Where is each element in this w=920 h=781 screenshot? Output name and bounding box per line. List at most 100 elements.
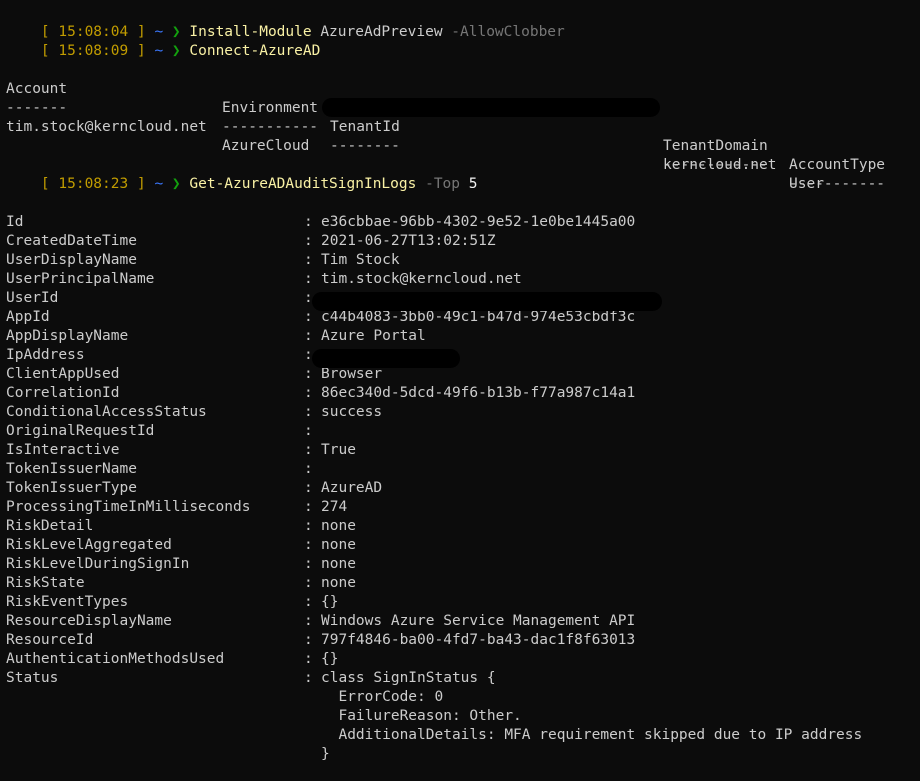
prompt-line-3: [ 15:08:23 ] ~ ❯ Get-AzureADAuditSignInL… [6,156,478,192]
field-key: AuthenticationMethodsUsed [6,651,225,667]
account-table-row: tim.stock@kerncloud.net AzureCloud kernc… [6,99,824,192]
field-separator: : [304,423,313,439]
field-key: ProcessingTimeInMilliseconds [6,499,251,515]
cell-environment: AzureCloud [222,138,310,154]
field-key: CorrelationId [6,385,120,401]
account-table-header: Account Environment TenantId TenantDomai… [6,61,885,173]
field-separator: : [304,651,313,667]
field-value: none [321,518,356,534]
field-value: AzureAD [321,480,383,496]
field-value: Tim Stock [321,252,400,268]
field-separator: : [304,442,313,458]
field-separator: : [304,214,313,230]
field-key: TokenIssuerType [6,480,137,496]
field-key: TokenIssuerName [6,461,137,477]
home-dir-icon: ~ [154,43,164,59]
field-value: none [321,537,356,553]
prompt-bracket-close: ] [128,43,146,59]
field-key: RiskLevelAggregated [6,537,172,553]
field-value: none [321,575,356,591]
redaction-ipaddress [312,349,460,368]
col-header-tenantdomain: TenantDomain [663,138,768,154]
cmdlet-param: -AllowClobber [451,24,565,40]
field-value: 86ec340d-5dcd-49f6-b13b-f77a987c14a1 [321,385,636,401]
col-header-environment: Environment [222,100,319,116]
field-value: {} [321,594,339,610]
field-key: OriginalRequestId [6,423,155,439]
field-value: {} [321,651,339,667]
field-separator: : [304,556,313,572]
prompt-arrow-icon: ❯ [171,43,181,59]
col-underline: ----------- [222,119,319,135]
field-separator: : [304,480,313,496]
prompt-timestamp: 15:08:09 [58,43,129,59]
field-key: ClientAppUsed [6,366,120,382]
status-body-text: ErrorCode: 0 [321,689,444,705]
field-key: UserId [6,290,59,306]
field-separator: : [304,461,313,477]
field-key: CreatedDateTime [6,233,137,249]
status-body-text: } [321,746,330,762]
redaction-tenantid [322,98,660,117]
prompt-arrow-icon: ❯ [171,176,181,192]
prompt-bracket-close: ] [128,176,146,192]
field-key: Status [6,670,59,686]
field-separator: : [304,271,313,287]
cmdlet-args: AzureAdPreview [320,24,443,40]
field-separator: : [304,537,313,553]
field-key: Id [6,214,24,230]
cmdlet-param-value: 5 [468,176,478,192]
field-value: success [321,404,383,420]
field-key: IsInteractive [6,442,120,458]
account-table-underline: ------- ----------- -------- -----------… [6,80,885,192]
field-separator: : [304,366,313,382]
field-separator: : [304,233,313,249]
field-separator: : [304,518,313,534]
field-separator: : [304,328,313,344]
field-key: AppId [6,309,50,325]
field-key: RiskLevelDuringSignIn [6,556,190,572]
field-key: AppDisplayName [6,328,129,344]
terminal-window[interactable]: [ 15:08:04 ] ~ ❯ Install-Module AzureAdP… [0,0,920,781]
cmdlet-param: -Top [425,176,461,192]
field-value: True [321,442,356,458]
prompt-line-2: [ 15:08:09 ] ~ ❯ Connect-AzureAD [6,23,320,59]
field-separator: : [304,613,313,629]
field-key: IpAddress [6,347,85,363]
field-value: 797f4846-ba00-4fd7-ba43-dac1f8f63013 [321,632,636,648]
cell-tenantdomain: kerncloud.net [663,157,777,173]
field-value: tim.stock@kerncloud.net [321,271,522,287]
field-separator: : [304,499,313,515]
field-separator: : [304,670,313,686]
field-value: e36cbbae-96bb-4302-9e52-1e0be1445a00 [321,214,636,230]
field-separator: : [304,385,313,401]
cell-accounttype: User [789,176,824,192]
field-value: Azure Portal [321,328,426,344]
field-key: UserPrincipalName [6,271,155,287]
field-key: RiskState [6,575,85,591]
cell-account: tim.stock@kerncloud.net [6,119,207,135]
status-body-text: AdditionalDetails: MFA requirement skipp… [321,727,863,743]
status-body-text: FailureReason: Other. [321,708,522,724]
field-key: RiskDetail [6,518,94,534]
field-separator: : [304,252,313,268]
field-value: 2021-06-27T13:02:51Z [321,233,496,249]
field-key: ResourceId [6,632,94,648]
field-value: class SignInStatus { [321,670,496,686]
field-separator: : [304,632,313,648]
field-separator: : [304,594,313,610]
cmdlet: Connect-AzureAD [189,43,321,59]
prompt-bracket-open: [ [40,176,59,192]
col-underline: -------- [330,138,400,154]
field-value: none [321,556,356,572]
field-key: UserDisplayName [6,252,137,268]
field-key: ResourceDisplayName [6,613,172,629]
prompt-bracket-open: [ [40,43,59,59]
field-key: ConditionalAccessStatus [6,404,207,420]
field-separator: : [304,575,313,591]
field-value: 274 [321,499,348,515]
prompt-line-1: [ 15:08:04 ] ~ ❯ Install-Module AzureAdP… [6,4,565,40]
home-dir-icon: ~ [154,176,164,192]
col-header-accounttype: AccountType [789,157,886,173]
prompt-timestamp: 15:08:23 [58,176,129,192]
